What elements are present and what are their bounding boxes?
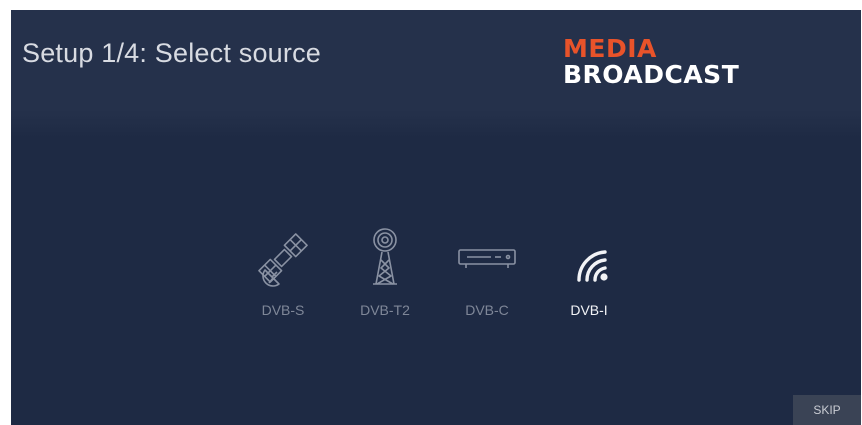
source-label: DVB-S <box>261 302 305 318</box>
cable-box-icon <box>458 249 516 268</box>
page-title: Setup 1/4: Select source <box>22 38 321 68</box>
brand-logo: MEDIA BROADCAST <box>563 36 739 88</box>
source-list: DVB-S DVB-T2 DVB-C DVB-I <box>11 228 861 328</box>
source-option-dvb-c[interactable]: DVB-C <box>447 228 527 318</box>
wifi-icon <box>577 250 608 282</box>
antenna-tower-icon <box>373 228 397 285</box>
source-label: DVB-C <box>465 302 509 318</box>
header: Setup 1/4: Select source MEDIA BROADCAST <box>11 10 861 110</box>
header-divider <box>11 110 861 138</box>
source-label: DVB-T2 <box>360 302 410 318</box>
source-option-dvb-t2[interactable]: DVB-T2 <box>345 228 425 318</box>
logo-line-broadcast: BROADCAST <box>563 60 740 89</box>
setup-screen: Setup 1/4: Select source MEDIA BROADCAST <box>11 10 861 425</box>
source-option-dvb-s[interactable]: DVB-S <box>243 228 323 318</box>
logo-line-media: MEDIA <box>563 34 657 63</box>
satellite-icon <box>258 233 308 287</box>
source-option-dvb-i[interactable]: DVB-I <box>549 228 629 318</box>
skip-button[interactable]: SKIP <box>793 395 861 425</box>
source-label: DVB-I <box>570 302 608 318</box>
